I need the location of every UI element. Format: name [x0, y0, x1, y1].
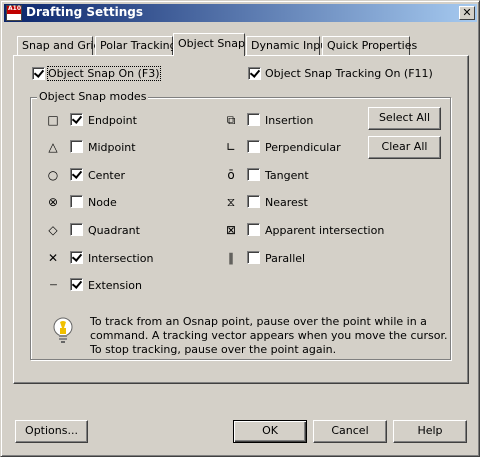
intersection-checkbox[interactable] — [70, 251, 83, 264]
info-line: To track from an Osnap point, pause over… — [90, 315, 427, 328]
parallel-checkbox[interactable] — [247, 251, 260, 264]
center-circle-icon: ○ — [47, 168, 59, 182]
midpoint-triangle-icon: △ — [48, 140, 58, 154]
nearest-checkbox[interactable] — [247, 195, 260, 208]
ok-button[interactable]: OK — [233, 420, 307, 443]
object-snap-on-checkbox[interactable] — [32, 67, 45, 80]
tab-dynamic-input[interactable]: Dynamic Input — [246, 36, 332, 55]
tracking-info-text: To track from an Osnap point, pause over… — [90, 315, 448, 357]
insertion-icon: ⧉ — [226, 113, 236, 127]
perpendicular-checkbox[interactable] — [247, 140, 260, 153]
info-line: command. A tracking vector appears when … — [90, 329, 448, 342]
options-button[interactable]: Options... — [15, 420, 88, 443]
tab-quick-properties[interactable]: Quick Properties — [322, 36, 417, 55]
extension-icon: --- — [49, 280, 58, 290]
quadrant-checkbox[interactable] — [70, 223, 83, 236]
node-icon: ⊗ — [47, 195, 59, 209]
select-all-button[interactable]: Select All — [368, 107, 441, 130]
lightbulb-icon — [52, 317, 74, 345]
help-button[interactable]: Help — [393, 420, 467, 443]
nearest-label[interactable]: Nearest — [265, 196, 308, 209]
insertion-label[interactable]: Insertion — [265, 114, 313, 127]
tangent-checkbox[interactable] — [247, 168, 260, 181]
endpoint-checkbox[interactable] — [70, 113, 83, 126]
perpendicular-label[interactable]: Perpendicular — [265, 141, 341, 154]
apparent-intersection-icon: ⊠ — [225, 223, 237, 237]
midpoint-checkbox[interactable] — [70, 140, 83, 153]
quadrant-label[interactable]: Quadrant — [88, 224, 140, 237]
node-checkbox[interactable] — [70, 195, 83, 208]
parallel-label[interactable]: Parallel — [265, 252, 305, 265]
object-snap-tracking-on-checkbox[interactable] — [248, 67, 261, 80]
autocad-app-icon: A10 — [6, 5, 22, 21]
endpoint-label[interactable]: Endpoint — [88, 114, 137, 127]
clear-all-button[interactable]: Clear All — [368, 136, 441, 159]
intersection-label[interactable]: Intersection — [88, 252, 153, 265]
cancel-button[interactable]: Cancel — [313, 420, 387, 443]
apparent-intersection-label[interactable]: Apparent intersection — [265, 224, 384, 237]
close-icon[interactable]: ✕ — [459, 6, 475, 20]
tangent-icon: ō — [227, 168, 235, 182]
extension-label[interactable]: Extension — [88, 279, 142, 292]
tab-polar-tracking[interactable]: Polar Tracking — [95, 36, 177, 55]
node-label[interactable]: Node — [88, 196, 117, 209]
object-snap-tracking-on-label[interactable]: Object Snap Tracking On (F11) — [265, 67, 433, 80]
drafting-settings-dialog: A10 Drafting Settings ✕ Snap and Grid Po… — [0, 0, 480, 457]
center-label[interactable]: Center — [88, 169, 125, 182]
object-snap-modes-title: Object Snap modes — [37, 90, 149, 103]
info-line: To stop tracking, pause over the point a… — [90, 343, 337, 356]
apparent-intersection-checkbox[interactable] — [247, 223, 260, 236]
tab-snap-and-grid[interactable]: Snap and Grid — [17, 36, 100, 55]
parallel-icon: ∥ — [228, 251, 234, 265]
object-snap-on-label[interactable]: Object Snap On (F3) — [47, 66, 161, 81]
tab-object-snap[interactable]: Object Snap — [173, 33, 245, 56]
extension-checkbox[interactable] — [70, 278, 83, 291]
intersection-x-icon: ✕ — [47, 251, 59, 265]
tangent-label[interactable]: Tangent — [265, 169, 309, 182]
perpendicular-icon: ∟ — [225, 140, 237, 154]
window-title: Drafting Settings — [26, 5, 143, 19]
nearest-icon: ⧖ — [226, 195, 236, 209]
midpoint-label[interactable]: Midpoint — [88, 141, 136, 154]
title-bar[interactable]: A10 Drafting Settings ✕ — [4, 4, 477, 22]
insertion-checkbox[interactable] — [247, 113, 260, 126]
quadrant-diamond-icon: ◇ — [48, 223, 58, 237]
endpoint-square-icon: □ — [47, 113, 59, 127]
center-checkbox[interactable] — [70, 168, 83, 181]
